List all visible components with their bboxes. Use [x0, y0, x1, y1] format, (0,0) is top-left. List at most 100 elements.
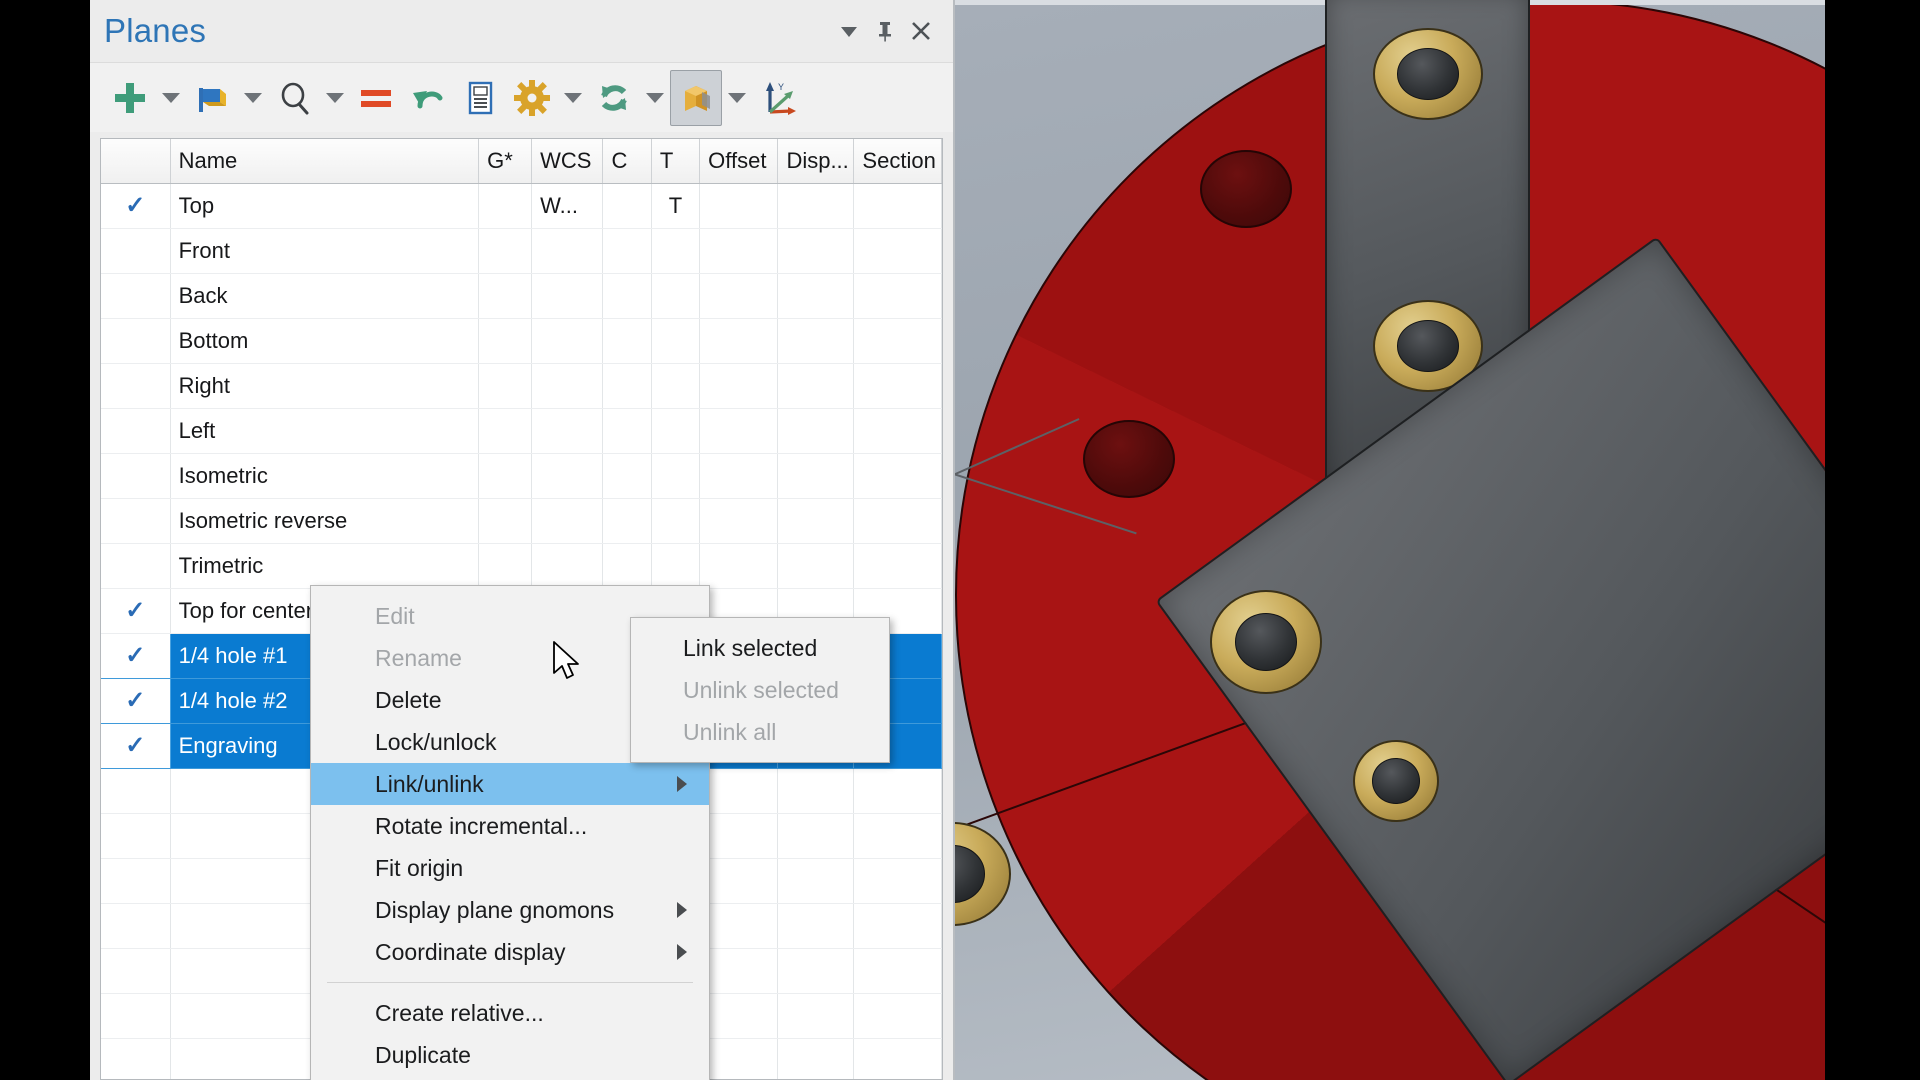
undo-plane-button[interactable] — [402, 70, 454, 126]
jaw-bushing-1 — [1373, 28, 1483, 120]
display-cell — [777, 408, 855, 454]
add-plane-button[interactable] — [104, 70, 156, 126]
find-plane-button[interactable] — [268, 70, 320, 126]
empty-cell — [699, 993, 779, 1039]
offset-cell — [699, 498, 779, 544]
g-cell — [478, 408, 533, 454]
menu-item-rotate-incremental[interactable]: Rotate incremental... — [311, 805, 709, 847]
column-header-wcs[interactable]: WCS — [531, 139, 604, 184]
table-row[interactable]: ✓ Top W... T — [101, 183, 942, 229]
empty-cell — [853, 1038, 942, 1079]
offset-cell — [699, 318, 779, 364]
row-visibility-check[interactable]: ✓ — [101, 183, 171, 229]
table-row[interactable]: Front — [101, 228, 942, 274]
column-header-c[interactable]: C — [602, 139, 652, 184]
empty-cell — [101, 948, 171, 994]
row-visibility-check[interactable] — [101, 273, 171, 319]
empty-cell — [699, 858, 779, 904]
row-visibility-check[interactable]: ✓ — [101, 633, 171, 679]
plane-settings-dropdown[interactable] — [558, 70, 588, 126]
menu-item-create-relative[interactable]: Create relative... — [311, 992, 709, 1034]
g-cell — [478, 363, 533, 409]
refresh-planes-button[interactable] — [588, 70, 640, 126]
plane-properties-button[interactable] — [454, 70, 506, 126]
plane-from-geometry-dropdown[interactable] — [238, 70, 268, 126]
column-header-t[interactable]: T — [651, 139, 701, 184]
row-visibility-check[interactable] — [101, 498, 171, 544]
c-cell — [602, 228, 652, 274]
submenu-item-label: Unlink all — [683, 718, 777, 745]
planes-toolbar: Y — [90, 62, 953, 132]
chevron-down-icon[interactable] — [831, 13, 867, 49]
row-visibility-check[interactable] — [101, 453, 171, 499]
submenu-item-link-selected[interactable]: Link selected — [631, 627, 889, 669]
submenu-item-unlink-selected: Unlink selected — [631, 669, 889, 711]
section-cell — [853, 228, 942, 274]
menu-item-label: Edit — [375, 602, 415, 629]
plane-settings-button[interactable] — [506, 70, 558, 126]
plane-name-cell: Left — [170, 408, 480, 454]
lower-bushing-2-bore — [1372, 758, 1420, 804]
find-plane-dropdown[interactable] — [320, 70, 350, 126]
axes-gnomon-button[interactable]: Y — [752, 70, 804, 126]
t-cell — [651, 318, 701, 364]
lower-bushing-3-bore — [955, 845, 986, 903]
display-cell — [777, 543, 855, 589]
page-title: Planes — [104, 12, 207, 49]
table-row[interactable]: Right — [101, 363, 942, 409]
row-visibility-check[interactable]: ✓ — [101, 588, 171, 634]
add-plane-dropdown[interactable] — [156, 70, 186, 126]
row-visibility-check[interactable]: ✓ — [101, 723, 171, 769]
table-row[interactable]: Left — [101, 408, 942, 454]
menu-item-display-plane-gnomons[interactable]: Display plane gnomons — [311, 889, 709, 931]
table-row[interactable]: Trimetric — [101, 543, 942, 589]
bore-hole-1 — [1200, 150, 1292, 228]
t-cell — [651, 543, 701, 589]
column-header-display[interactable]: Disp... — [777, 139, 855, 184]
empty-cell — [777, 903, 855, 949]
menu-item-duplicate[interactable]: Duplicate — [311, 1034, 709, 1076]
display-plane-box-dropdown[interactable] — [722, 70, 752, 126]
close-icon[interactable] — [903, 13, 939, 49]
link-unlink-submenu[interactable]: Link selected Unlink selected Unlink all — [630, 617, 890, 763]
empty-cell — [101, 903, 171, 949]
menu-item-label: Display plane gnomons — [375, 896, 615, 923]
row-visibility-check[interactable] — [101, 408, 171, 454]
column-header-name[interactable]: Name — [170, 139, 480, 184]
refresh-planes-dropdown[interactable] — [640, 70, 670, 126]
column-header-g[interactable]: G* — [478, 139, 533, 184]
bore-hole-2 — [1083, 420, 1175, 498]
menu-item-fit-origin[interactable]: Fit origin — [311, 847, 709, 889]
align-planes-button[interactable] — [350, 70, 402, 126]
c-cell — [602, 408, 652, 454]
menu-item-link-unlink[interactable]: Link/unlink — [311, 763, 709, 805]
table-row[interactable]: Bottom — [101, 318, 942, 364]
3d-viewport[interactable]: AutoCu — [955, 0, 1825, 1080]
c-cell — [602, 363, 652, 409]
row-visibility-check[interactable] — [101, 228, 171, 274]
table-row[interactable]: Back — [101, 273, 942, 319]
g-cell — [478, 543, 533, 589]
table-row[interactable]: Isometric reverse — [101, 498, 942, 544]
table-row[interactable]: Isometric — [101, 453, 942, 499]
plane-name-cell: Isometric — [170, 453, 480, 499]
pin-icon[interactable] — [867, 13, 903, 49]
column-header-offset[interactable]: Offset — [699, 139, 779, 184]
column-header-section[interactable]: Section — [853, 139, 942, 184]
offset-cell — [699, 363, 779, 409]
plane-from-geometry-button[interactable] — [186, 70, 238, 126]
c-cell — [602, 453, 652, 499]
menu-item-coordinate-display[interactable]: Coordinate display — [311, 931, 709, 973]
row-visibility-check[interactable] — [101, 318, 171, 364]
empty-cell — [853, 993, 942, 1039]
c-cell — [602, 318, 652, 364]
empty-cell — [777, 813, 855, 859]
row-visibility-check[interactable] — [101, 543, 171, 589]
display-plane-box-button[interactable] — [670, 69, 722, 126]
offset-cell — [699, 408, 779, 454]
row-visibility-check[interactable] — [101, 363, 171, 409]
column-header-check[interactable] — [101, 139, 171, 184]
row-visibility-check[interactable]: ✓ — [101, 678, 171, 724]
plane-name-cell: Back — [170, 273, 480, 319]
c-cell — [602, 543, 652, 589]
